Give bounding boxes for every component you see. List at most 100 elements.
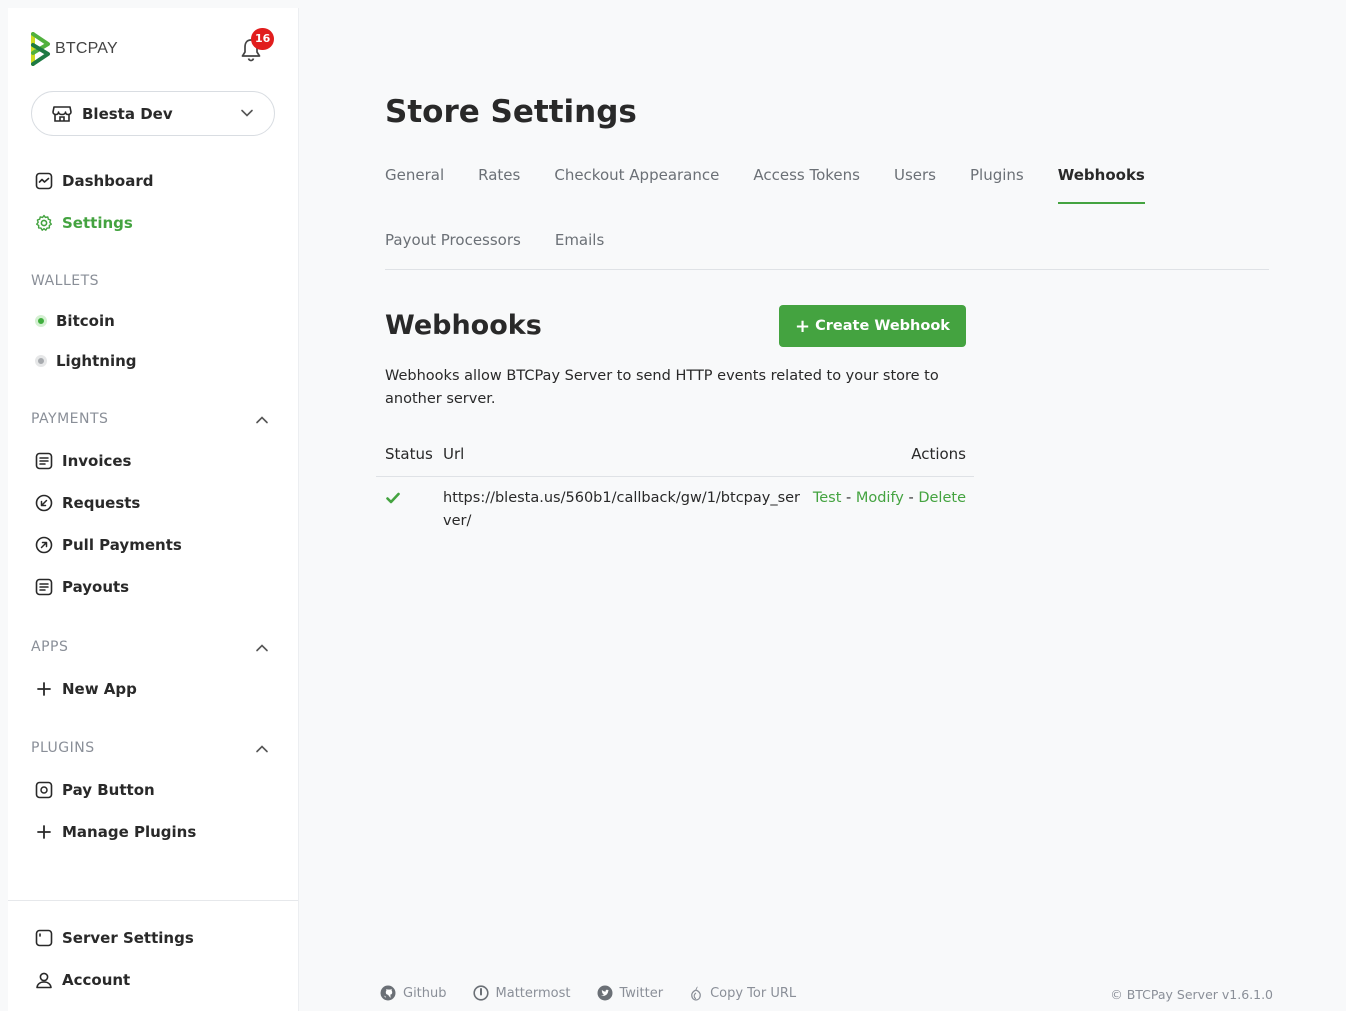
sidebar-item-account[interactable]: Account — [35, 969, 130, 991]
chevron-up-icon[interactable] — [255, 641, 269, 655]
page-title: Store Settings — [385, 94, 637, 130]
tab-access-tokens[interactable]: Access Tokens — [753, 166, 860, 204]
tab-webhooks[interactable]: Webhooks — [1057, 166, 1145, 204]
tab-plugins[interactable]: Plugins — [970, 166, 1024, 204]
tab-emails[interactable]: Emails — [555, 231, 604, 269]
sidebar-item-label: Settings — [62, 214, 133, 232]
sidebar-item-label: Lightning — [56, 352, 137, 370]
separator: - — [908, 490, 919, 506]
sidebar-item-invoices[interactable]: Invoices — [35, 450, 131, 472]
table-header: Status Url Actions — [376, 445, 974, 477]
footer-link-label: Twitter — [619, 985, 664, 1001]
store-name: Blesta Dev — [82, 104, 173, 123]
create-webhook-button[interactable]: + Create Webhook — [779, 305, 966, 347]
gear-icon — [36, 214, 52, 231]
section-label-apps: APPS — [31, 639, 69, 655]
footer-link-label: Mattermost — [495, 985, 571, 1001]
sidebar-item-manage-plugins[interactable]: Manage Plugins — [35, 821, 196, 843]
section-label-plugins: PLUGINS — [31, 740, 95, 756]
sidebar-item-settings[interactable]: Settings — [35, 212, 133, 234]
sidebar-item-label: New App — [62, 680, 137, 698]
tab-users[interactable]: Users — [894, 166, 936, 204]
delete-link[interactable]: Delete — [918, 490, 966, 506]
section-label-payments: PAYMENTS — [31, 411, 109, 427]
footer-link-twitter[interactable]: Twitter — [597, 985, 664, 1001]
sidebar-divider — [8, 900, 298, 901]
twitter-icon — [597, 985, 612, 1001]
chevron-up-icon[interactable] — [255, 413, 269, 427]
footer: Github Mattermost Twitter Copy Tor URL — [380, 985, 822, 1001]
status-cell — [376, 487, 443, 533]
test-link[interactable]: Test — [813, 490, 842, 506]
footer-link-github[interactable]: Github — [380, 985, 447, 1001]
sidebar-item-payouts[interactable]: Payouts — [35, 576, 129, 598]
arrow-down-left-circle-icon — [35, 494, 53, 512]
status-dot-inactive-icon — [35, 355, 47, 367]
main-content: Store Settings General Rates Checkout Ap… — [300, 8, 1346, 1011]
tab-payout-processors[interactable]: Payout Processors — [385, 231, 521, 269]
modify-link[interactable]: Modify — [856, 490, 904, 506]
webhook-url: https://blesta.us/560b1/callback/gw/1/bt… — [443, 490, 801, 529]
sidebar-item-label: Dashboard — [62, 172, 154, 190]
copyright-text: © BTCPay Server v1.6.1.0 — [1110, 987, 1273, 1002]
sidebar: BTCPAY 16 Blesta Dev Dashboard Settings … — [8, 8, 299, 1011]
tab-rates[interactable]: Rates — [478, 166, 520, 204]
separator: - — [846, 490, 856, 506]
sidebar-item-pull-payments[interactable]: Pull Payments — [35, 534, 182, 556]
sidebar-item-pay-button[interactable]: Pay Button — [35, 779, 155, 801]
webhooks-table: Status Url Actions https://blesta.us/560… — [376, 445, 974, 533]
arrow-up-right-circle-icon — [35, 536, 53, 554]
settings-tabs-row-1: General Rates Checkout Appearance Access… — [385, 166, 1179, 204]
sidebar-item-requests[interactable]: Requests — [35, 492, 140, 514]
status-dot-active-icon — [35, 315, 47, 327]
mattermost-icon — [472, 985, 489, 1001]
sidebar-item-server-settings[interactable]: Server Settings — [35, 927, 194, 949]
payouts-icon — [35, 578, 53, 596]
section-label-wallets: WALLETS — [31, 273, 100, 289]
sidebar-item-lightning[interactable]: Lightning — [35, 350, 137, 372]
github-icon — [380, 985, 396, 1001]
pay-button-icon — [35, 781, 53, 799]
btcpay-logo[interactable]: BTCPAY — [31, 32, 118, 66]
tab-checkout-appearance[interactable]: Checkout Appearance — [554, 166, 719, 204]
brand-name: BTCPAY — [55, 40, 118, 57]
sidebar-item-label: Account — [62, 971, 131, 989]
footer-link-tor[interactable]: Copy Tor URL — [689, 985, 796, 1001]
sidebar-item-label: Requests — [62, 494, 141, 512]
notification-count-badge[interactable]: 16 — [251, 28, 275, 50]
store-icon — [52, 105, 72, 122]
sidebar-item-bitcoin[interactable]: Bitcoin — [35, 310, 115, 332]
checkmark-icon — [386, 492, 400, 504]
webhooks-description: Webhooks allow BTCPay Server to send HTT… — [385, 368, 939, 407]
sidebar-item-label: Pay Button — [62, 781, 155, 799]
store-selector[interactable]: Blesta Dev — [31, 91, 275, 136]
table-row: https://blesta.us/560b1/callback/gw/1/bt… — [376, 477, 974, 533]
sidebar-item-label: Manage Plugins — [62, 823, 197, 841]
sidebar-item-dashboard[interactable]: Dashboard — [35, 170, 153, 192]
actions-cell: Test - Modify - Delete — [808, 487, 974, 533]
plus-icon — [37, 825, 51, 839]
footer-link-label: Github — [403, 985, 447, 1001]
sidebar-item-new-app[interactable]: New App — [35, 678, 137, 700]
tabs-divider — [385, 269, 1269, 270]
tab-general[interactable]: General — [385, 166, 444, 204]
sidebar-item-label: Pull Payments — [62, 536, 182, 554]
invoice-icon — [35, 452, 53, 470]
sidebar-item-label: Bitcoin — [56, 312, 115, 330]
settings-tabs-row-2: Payout Processors Emails — [385, 231, 638, 269]
column-header-actions: Actions — [911, 445, 966, 463]
chevron-up-icon[interactable] — [255, 742, 269, 756]
column-header-url: Url — [443, 445, 465, 463]
chevron-down-icon — [241, 109, 253, 117]
server-settings-icon — [35, 929, 53, 947]
plus-icon: + — [795, 315, 811, 337]
plus-icon — [37, 682, 51, 696]
sidebar-item-label: Payouts — [62, 578, 130, 596]
sidebar-item-label: Server Settings — [62, 929, 194, 947]
column-header-status: Status — [385, 445, 433, 463]
footer-link-label: Copy Tor URL — [710, 985, 797, 1001]
dashboard-icon — [35, 172, 53, 190]
footer-link-mattermost[interactable]: Mattermost — [472, 985, 571, 1001]
tor-onion-icon — [691, 986, 701, 1001]
section-title: Webhooks — [385, 310, 542, 341]
